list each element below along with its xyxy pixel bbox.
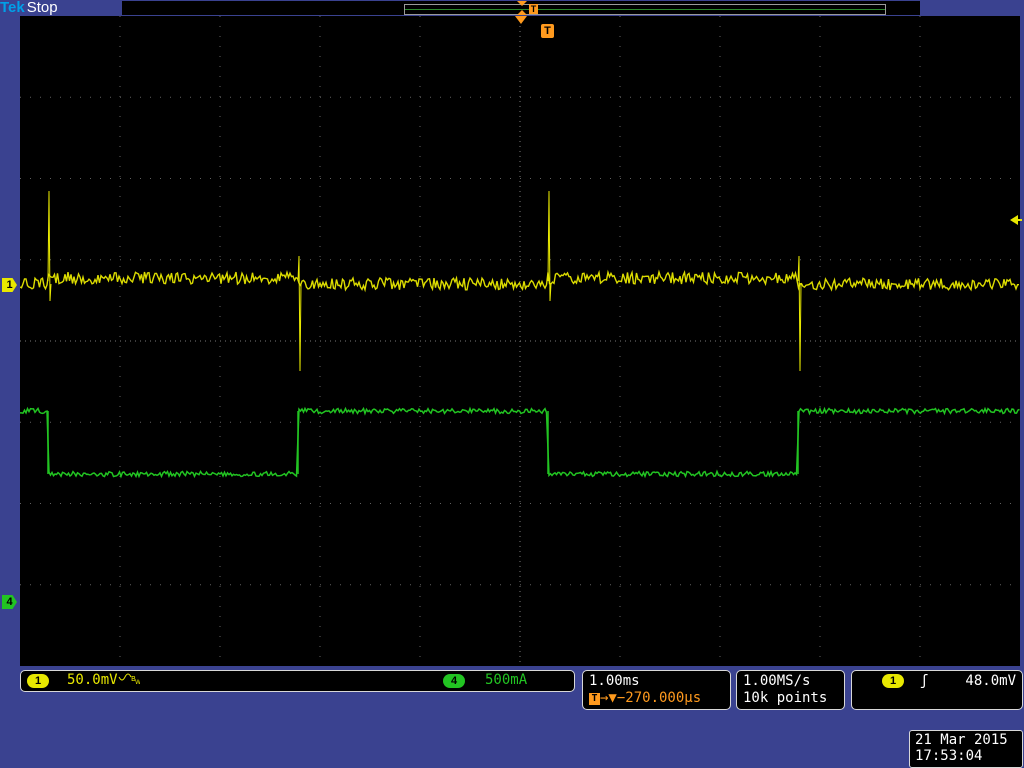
acquisition-readout[interactable]: 1.00MS/s 10k points — [736, 670, 845, 710]
record-length: 10k points — [743, 690, 827, 706]
channel-readout[interactable]: 1 50.0mV B W 4 500mA — [20, 670, 575, 692]
tek-logo: Tek — [0, 0, 25, 16]
datetime-readout: 21 Mar 2015 17:53:04 — [909, 730, 1023, 768]
trigger-level-tick — [1016, 219, 1022, 221]
ch1-ground-marker[interactable]: 1 — [2, 278, 17, 292]
ch1-scale: 50.0mV B W — [67, 672, 140, 688]
trigger-position: T →▼−270.000µs — [589, 690, 701, 706]
horizontal-readout[interactable]: 1.00ms T →▼−270.000µs — [582, 670, 731, 710]
date: 21 Mar 2015 — [915, 732, 1008, 748]
ch1-badge[interactable]: 1 — [27, 674, 49, 688]
ch1-spike — [48, 191, 51, 301]
trigger-readout[interactable]: 1 ʃ 48.0mV — [851, 670, 1023, 710]
bandwidth-limit-icon: BW — [118, 673, 140, 685]
trigger-badge: T — [589, 693, 600, 705]
ch4-ground-marker[interactable]: 4 — [2, 595, 17, 609]
svg-text:T: T — [531, 4, 537, 14]
trigger-time-marker[interactable]: T — [541, 24, 554, 38]
time-per-div: 1.00ms — [589, 673, 640, 689]
ch1-spike — [548, 191, 551, 301]
rising-edge-icon: ʃ — [920, 673, 928, 689]
record-view-bar: T — [122, 1, 920, 15]
acquisition-state: Stop — [27, 0, 58, 16]
ch1-spike — [298, 256, 301, 371]
ch1-spike — [798, 256, 801, 371]
trigger-position-indicator: T — [122, 1, 920, 15]
trigger-source-badge: 1 — [882, 674, 904, 688]
horizontal-position-marker[interactable] — [515, 16, 527, 24]
ch4-scale: 500mA — [485, 672, 527, 688]
tek-status: Tek Stop — [0, 0, 58, 16]
trigger-delay-value: →▼−270.000µs — [600, 690, 701, 706]
svg-text:W: W — [135, 679, 140, 685]
ch4-badge[interactable]: 4 — [443, 674, 465, 688]
sample-rate: 1.00MS/s — [743, 673, 810, 689]
time: 17:53:04 — [915, 748, 982, 764]
graticule — [20, 16, 1020, 666]
waveform-display[interactable] — [20, 16, 1020, 666]
trigger-level: 48.0mV — [965, 673, 1016, 689]
